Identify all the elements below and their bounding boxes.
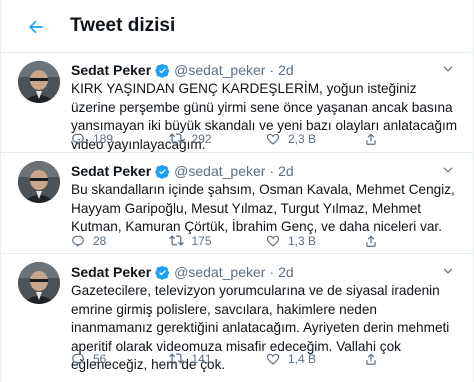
retweet-icon xyxy=(168,353,184,364)
reply-button[interactable]: 56 xyxy=(71,352,169,366)
avatar-image xyxy=(18,161,60,203)
more-options-button[interactable] xyxy=(439,262,457,280)
share-button[interactable] xyxy=(364,234,462,248)
avatar[interactable] xyxy=(18,61,60,103)
chevron-down-icon xyxy=(443,66,453,72)
share-icon xyxy=(365,353,376,365)
avatar[interactable] xyxy=(18,161,60,203)
avatar-image xyxy=(18,61,60,103)
chevron-down-icon xyxy=(443,167,453,173)
author-name[interactable]: Sedat Peker xyxy=(71,62,151,78)
verified-badge-icon xyxy=(155,164,170,179)
back-button[interactable] xyxy=(22,13,50,41)
tweet-text: Bu skandalların içinde şahsım, Osman Kav… xyxy=(71,182,455,234)
like-button[interactable]: 1,4 B xyxy=(266,352,364,366)
retweet-count: 141 xyxy=(191,351,212,366)
share-button[interactable] xyxy=(364,352,462,366)
reply-count: 189 xyxy=(93,131,114,146)
verified-badge-icon xyxy=(155,265,170,280)
retweet-count: 175 xyxy=(191,233,212,248)
tweet-thread-panel: Tweet dizisi Sedat Peker @sedat_peker · … xyxy=(0,0,474,382)
tweet-time[interactable]: 2d xyxy=(278,264,294,280)
page-title: Tweet dizisi xyxy=(70,15,176,36)
share-icon xyxy=(365,235,376,247)
tweet-actions: 56 141 1,4 B xyxy=(71,351,461,366)
separator-dot: · xyxy=(269,264,275,280)
tweet-actions: 28 175 1,3 B xyxy=(71,233,461,248)
retweet-button[interactable]: 141 xyxy=(168,351,267,366)
like-count: 1,3 B xyxy=(288,233,317,248)
tweet-meta: Sedat Peker @sedat_peker · 2d xyxy=(71,163,294,179)
reply-count: 56 xyxy=(93,351,107,366)
like-button[interactable]: 1,3 B xyxy=(266,234,364,248)
avatar-image xyxy=(18,262,60,304)
retweet-count: 292 xyxy=(191,131,212,146)
share-button[interactable] xyxy=(364,132,462,146)
tweet-time[interactable]: 2d xyxy=(278,163,294,179)
separator-dot: · xyxy=(269,62,275,78)
tweet-meta: Sedat Peker @sedat_peker · 2d xyxy=(71,62,294,78)
more-options-button[interactable] xyxy=(439,60,457,78)
tweet-2[interactable]: Sedat Peker @sedat_peker · 2d Bu skandal… xyxy=(1,153,474,254)
share-icon xyxy=(365,133,376,145)
heart-icon xyxy=(266,133,280,145)
tweet-meta: Sedat Peker @sedat_peker · 2d xyxy=(71,264,294,280)
heart-icon xyxy=(266,353,280,365)
like-count: 2,3 B xyxy=(288,131,317,146)
like-button[interactable]: 2,3 B xyxy=(266,132,364,146)
retweet-button[interactable]: 175 xyxy=(168,233,267,248)
author-handle[interactable]: @sedat_peker xyxy=(174,62,265,78)
tweet-actions: 189 292 2,3 B xyxy=(71,131,461,146)
tweet-1[interactable]: Sedat Peker @sedat_peker · 2d KIRK YAŞIN… xyxy=(1,53,474,153)
tweet-time[interactable]: 2d xyxy=(278,62,294,78)
author-handle[interactable]: @sedat_peker xyxy=(174,264,265,280)
tweet-3[interactable]: Sedat Peker @sedat_peker · 2d Gazetecile… xyxy=(1,254,474,382)
retweet-icon xyxy=(168,235,184,246)
retweet-icon xyxy=(168,133,184,144)
verified-badge-icon xyxy=(155,63,170,78)
like-count: 1,4 B xyxy=(288,351,317,366)
page-header: Tweet dizisi xyxy=(1,0,474,53)
author-name[interactable]: Sedat Peker xyxy=(71,264,151,280)
reply-icon xyxy=(72,133,84,145)
reply-button[interactable]: 28 xyxy=(71,234,169,248)
more-options-button[interactable] xyxy=(439,161,457,179)
retweet-button[interactable]: 292 xyxy=(168,131,267,146)
author-handle[interactable]: @sedat_peker xyxy=(174,163,265,179)
heart-icon xyxy=(266,235,280,247)
separator-dot: · xyxy=(269,163,275,179)
arrow-left-icon xyxy=(29,20,43,34)
reply-button[interactable]: 189 xyxy=(71,132,169,146)
avatar[interactable] xyxy=(18,262,60,304)
reply-icon xyxy=(72,235,84,247)
chevron-down-icon xyxy=(443,268,453,274)
reply-count: 28 xyxy=(93,233,107,248)
reply-icon xyxy=(72,353,84,365)
author-name[interactable]: Sedat Peker xyxy=(71,163,151,179)
